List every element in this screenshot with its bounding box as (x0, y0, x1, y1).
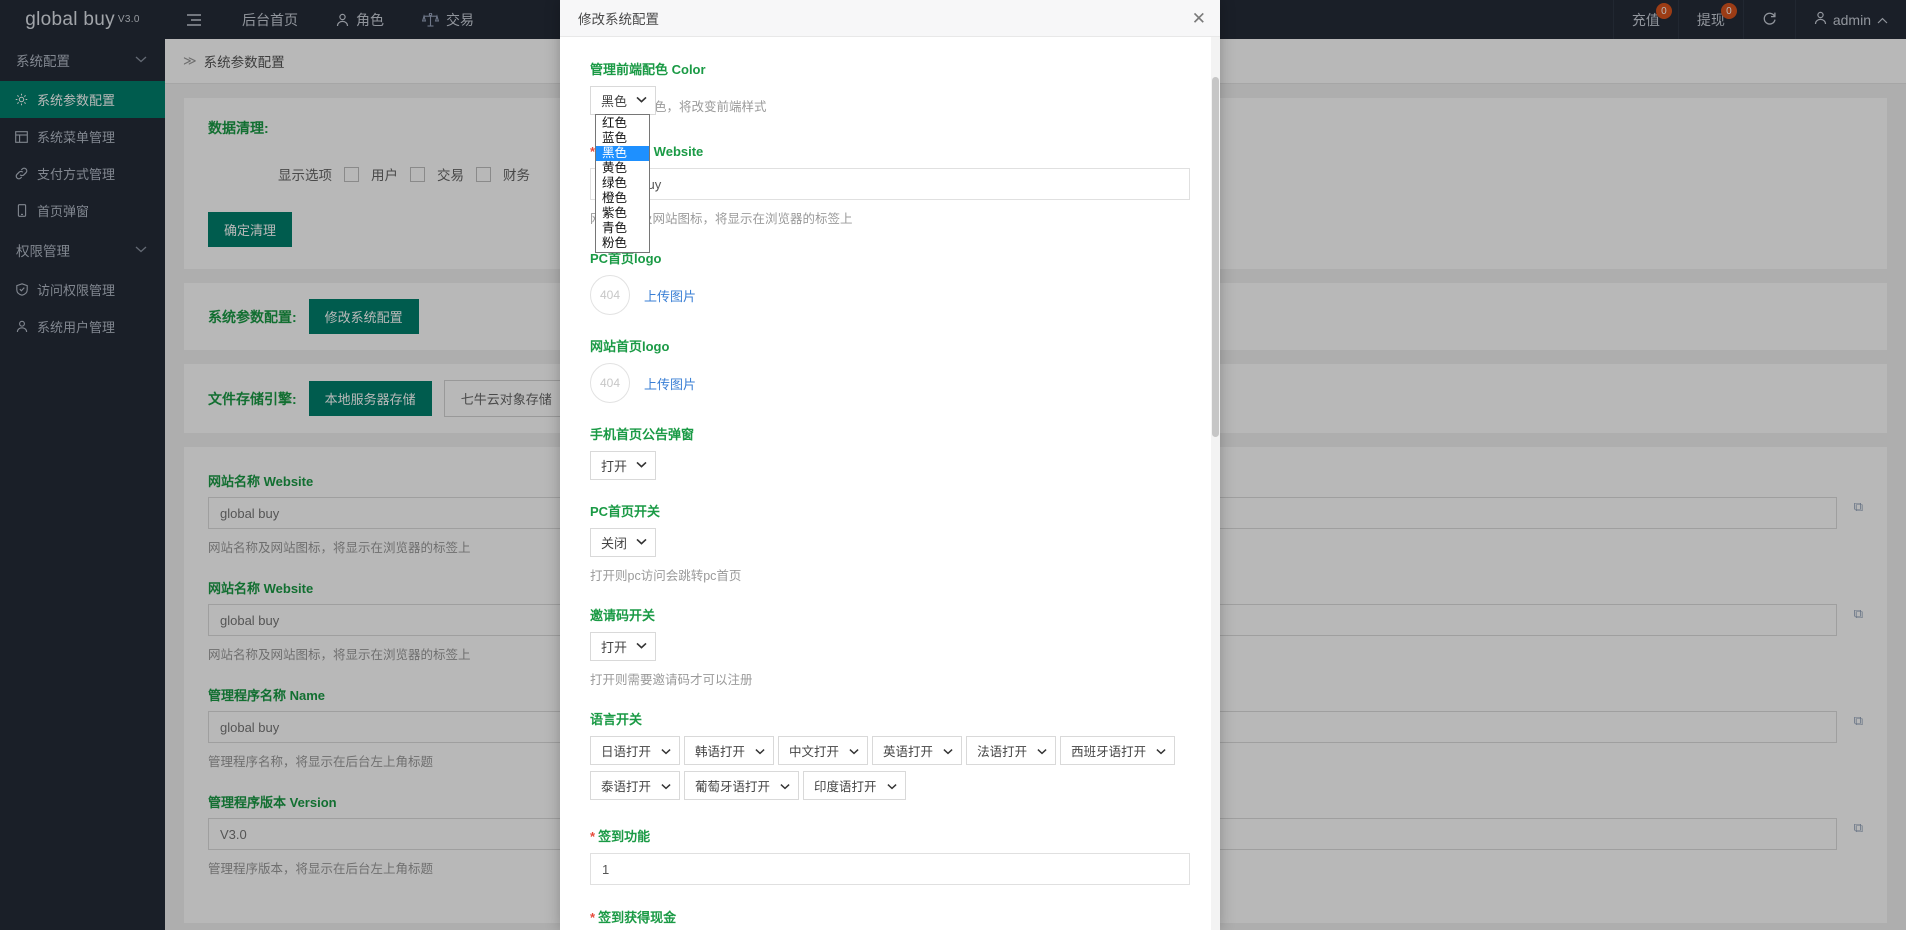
field-label: 网站首页logo (590, 339, 670, 354)
select-value: 泰语打开 (601, 780, 652, 794)
language-select-zh[interactable]: 中文打开 (778, 736, 869, 765)
signin-feature-input[interactable]: 1 (590, 853, 1190, 885)
field-pc-home-switch: PC首页开关 关闭 打开则pc访问会跳转pc首页 (590, 501, 1190, 584)
modal-scrollbar-thumb[interactable] (1212, 77, 1219, 437)
invite-switch-select[interactable]: 打开 (590, 632, 657, 661)
field-invite-switch: 邀请码开关 打开 打开则需要邀请码才可以注册 (590, 605, 1190, 688)
field-hint: 网站名称及网站图标，将显示在浏览器的标签上 (590, 212, 853, 226)
modal-scrollbar-track[interactable] (1211, 37, 1220, 930)
select-value: 印度语打开 (814, 780, 877, 794)
chevron-down-icon (636, 460, 647, 471)
select-value: 英语打开 (883, 745, 934, 759)
field-language-switch: 语言开关 日语打开 韩语打开 中文打开 英语打开 法语打开 西班牙语打开 泰语打… (590, 709, 1190, 800)
image-placeholder-icon: 404 (590, 363, 630, 403)
language-select-pt[interactable]: 葡萄牙语打开 (684, 771, 800, 800)
language-switch-grid: 日语打开 韩语打开 中文打开 英语打开 法语打开 西班牙语打开 泰语打开 葡萄牙… (590, 736, 1180, 800)
close-icon[interactable]: ✕ (1192, 10, 1206, 27)
select-value: 关闭 (601, 536, 628, 551)
dropdown-option[interactable]: 粉色 (596, 236, 649, 251)
field-label: 语言开关 (590, 712, 643, 727)
language-select-en[interactable]: 英语打开 (872, 736, 963, 765)
upload-image-link[interactable]: 上传图片 (644, 374, 696, 393)
field-hint: 色，将改变前端样式 (654, 100, 767, 114)
select-value: 韩语打开 (695, 745, 746, 759)
dropdown-option[interactable]: 绿色 (596, 176, 649, 191)
image-placeholder-icon: 404 (590, 275, 630, 315)
field-label: PC首页开关 (590, 504, 661, 519)
dropdown-option-selected[interactable]: 黑色 (596, 146, 649, 161)
field-label: PC首页logo (590, 251, 662, 266)
modal-title: 修改系统配置 (578, 12, 659, 27)
field-admin-color: 管理前端配色 Color 黑色 红色 蓝色 黑色 黄色 绿色 橙色 紫色 青色 … (590, 59, 1190, 253)
mobile-popup-select[interactable]: 打开 (590, 451, 657, 480)
chevron-down-icon (636, 641, 647, 652)
field-website-name: *网站名称 Website global buy 网站名称及网站图标，将显示在浏… (590, 141, 1190, 227)
language-select-th[interactable]: 泰语打开 (590, 771, 681, 800)
dropdown-option[interactable]: 青色 (596, 221, 649, 236)
field-site-logo: 网站首页logo 404 上传图片 (590, 336, 1190, 403)
modal-body: 管理前端配色 Color 黑色 红色 蓝色 黑色 黄色 绿色 橙色 紫色 青色 … (560, 37, 1220, 930)
select-value: 法语打开 (977, 745, 1028, 759)
chevron-down-icon (755, 744, 765, 758)
field-mobile-popup: 手机首页公告弹窗 打开 (590, 424, 1190, 480)
pc-home-switch-select[interactable]: 关闭 (590, 528, 657, 557)
chevron-down-icon (1156, 744, 1166, 758)
select-value: 葡萄牙语打开 (695, 780, 771, 794)
color-select[interactable]: 黑色 (590, 86, 657, 115)
website-name-input[interactable]: global buy (590, 168, 1190, 200)
field-label: * 签到获得现金 (590, 907, 1190, 926)
upload-image-link[interactable]: 上传图片 (644, 286, 696, 305)
language-select-hi[interactable]: 印度语打开 (803, 771, 906, 800)
language-select-ja[interactable]: 日语打开 (590, 736, 681, 765)
color-select-anchor: 黑色 红色 蓝色 黑色 黄色 绿色 橙色 紫色 青色 粉色 (590, 86, 657, 253)
chevron-down-icon (886, 779, 897, 793)
required-marker: * (590, 829, 596, 844)
dropdown-option[interactable]: 橙色 (596, 191, 649, 206)
field-label-text: 签到功能 (598, 829, 651, 844)
site-logo-upload-row: 404 上传图片 (590, 363, 1190, 403)
dropdown-option[interactable]: 蓝色 (596, 131, 649, 146)
field-signin-cash: * 签到获得现金 (590, 907, 1190, 930)
chevron-down-icon (943, 744, 953, 758)
pc-logo-upload-row: 404 上传图片 (590, 275, 1190, 315)
field-label: * 签到功能 (590, 826, 1190, 845)
field-label: 管理前端配色 Color (590, 62, 706, 77)
chevron-down-icon (636, 95, 647, 106)
select-value: 中文打开 (789, 745, 840, 759)
modal-header: 修改系统配置 ✕ (560, 0, 1220, 37)
dropdown-option[interactable]: 红色 (596, 116, 649, 131)
language-select-fr[interactable]: 法语打开 (966, 736, 1057, 765)
field-label: 手机首页公告弹窗 (590, 427, 695, 442)
select-value: 打开 (601, 640, 628, 655)
language-select-es[interactable]: 西班牙语打开 (1060, 736, 1176, 765)
field-label: * 网站名称 Website (590, 141, 1190, 160)
field-hint: 打开则pc访问会跳转pc首页 (590, 569, 742, 583)
required-marker: * (590, 910, 596, 925)
field-hint: 打开则需要邀请码才可以注册 (590, 673, 753, 687)
edit-system-config-modal: 修改系统配置 ✕ 管理前端配色 Color 黑色 红色 蓝色 黑色 黄色 绿色 … (560, 0, 1220, 930)
dropdown-option[interactable]: 紫色 (596, 206, 649, 221)
color-select-value: 黑色 (601, 94, 628, 109)
color-select-dropdown[interactable]: 红色 蓝色 黑色 黄色 绿色 橙色 紫色 青色 粉色 (595, 114, 650, 253)
chevron-down-icon (636, 537, 647, 548)
language-select-ko[interactable]: 韩语打开 (684, 736, 775, 765)
select-value: 日语打开 (601, 745, 652, 759)
select-value: 西班牙语打开 (1071, 745, 1147, 759)
chevron-down-icon (780, 779, 790, 793)
chevron-down-icon (661, 744, 671, 758)
chevron-down-icon (661, 779, 671, 793)
field-signin-feature: * 签到功能 1 (590, 826, 1190, 885)
chevron-down-icon (849, 744, 859, 758)
select-value: 打开 (601, 459, 628, 474)
field-pc-logo: PC首页logo 404 上传图片 (590, 248, 1190, 315)
field-label: 邀请码开关 (590, 608, 656, 623)
field-label-text: 签到获得现金 (598, 910, 677, 925)
chevron-down-icon (1037, 744, 1047, 758)
dropdown-option[interactable]: 黄色 (596, 161, 649, 176)
